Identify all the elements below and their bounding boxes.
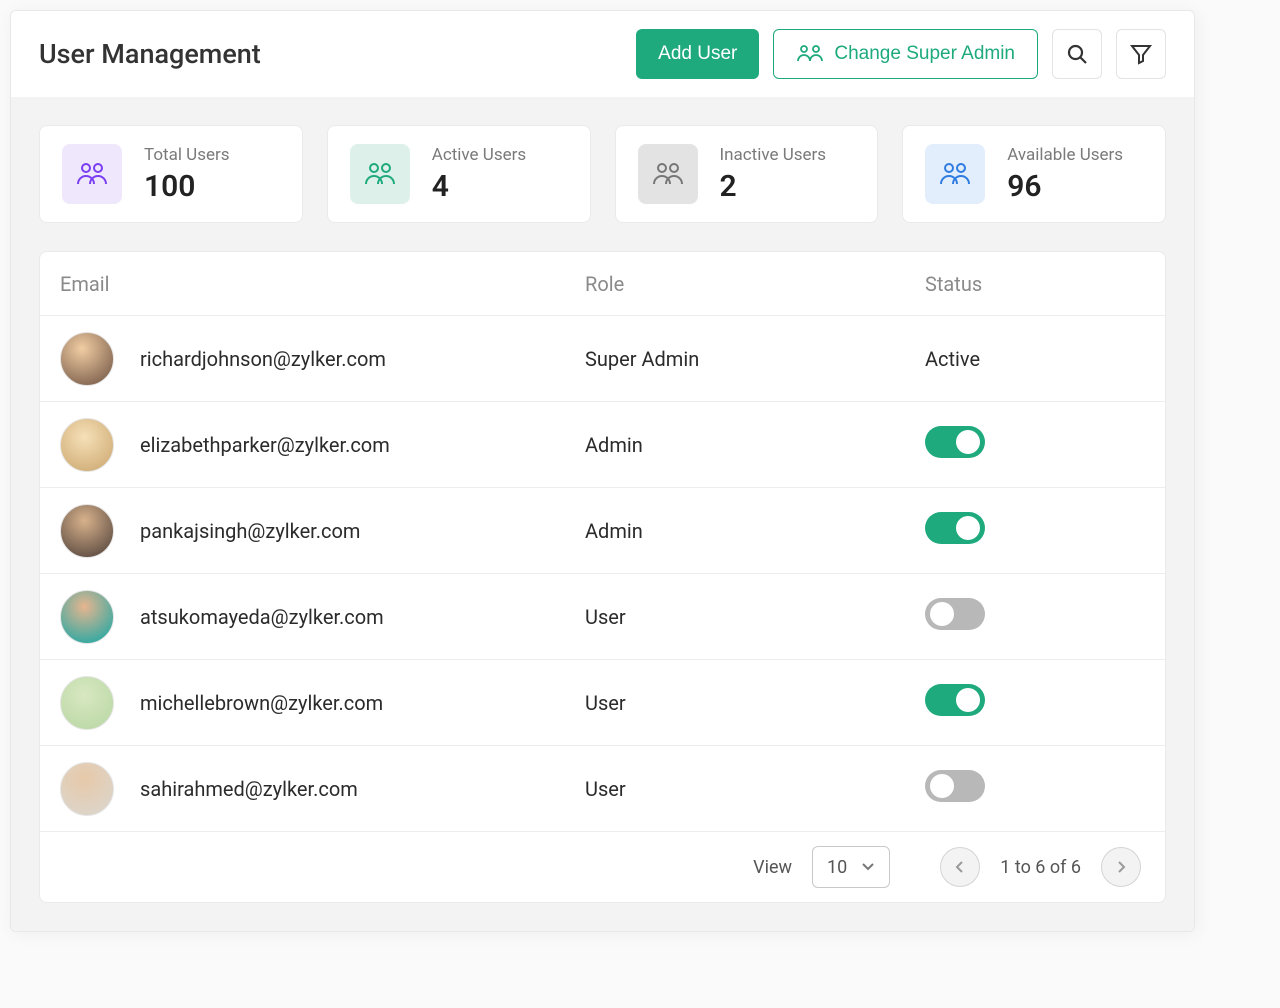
user-email: michellebrown@zylker.com: [140, 691, 383, 715]
table-row[interactable]: sahirahmed@zylker.com User: [40, 746, 1165, 832]
search-icon: [1065, 42, 1089, 66]
stat-label: Total Users: [144, 145, 230, 165]
filter-button[interactable]: [1116, 29, 1166, 79]
stat-inactive-users: Inactive Users 2: [615, 125, 879, 223]
avatar: [60, 590, 114, 644]
avatar: [60, 332, 114, 386]
stat-value: 4: [432, 169, 526, 204]
add-user-button[interactable]: Add User: [636, 29, 759, 79]
stat-value: 100: [144, 169, 230, 204]
stat-label: Active Users: [432, 145, 526, 165]
panel-body: Total Users 100 Active Users 4: [11, 97, 1194, 931]
users-icon: [62, 144, 122, 204]
user-management-panel: User Management Add User Change Super Ad…: [10, 10, 1195, 932]
status-toggle[interactable]: [925, 770, 985, 802]
stat-available-users: Available Users 96: [902, 125, 1166, 223]
next-page-button[interactable]: [1101, 847, 1141, 887]
avatar: [60, 676, 114, 730]
users-table: Email Role Status richardjohnson@zylker.…: [39, 251, 1166, 903]
table-row[interactable]: atsukomayeda@zylker.com User: [40, 574, 1165, 660]
table-header: Email Role Status: [40, 252, 1165, 316]
user-email: pankajsingh@zylker.com: [140, 519, 360, 543]
col-role: Role: [585, 272, 925, 296]
users-icon: [925, 144, 985, 204]
user-role: Admin: [585, 433, 925, 457]
users-icon: [638, 144, 698, 204]
user-email: richardjohnson@zylker.com: [140, 347, 386, 371]
status-toggle[interactable]: [925, 426, 985, 458]
stats-row: Total Users 100 Active Users 4: [39, 125, 1166, 223]
panel-header: User Management Add User Change Super Ad…: [11, 11, 1194, 97]
stat-value: 2: [720, 169, 827, 204]
stat-label: Inactive Users: [720, 145, 827, 165]
page-range-text: 1 to 6 of 6: [1000, 857, 1081, 878]
status-toggle[interactable]: [925, 684, 985, 716]
user-role: Super Admin: [585, 347, 925, 371]
add-user-label: Add User: [658, 43, 737, 65]
users-icon: [350, 144, 410, 204]
stat-active-users: Active Users 4: [327, 125, 591, 223]
stat-label: Available Users: [1007, 145, 1123, 165]
table-row[interactable]: pankajsingh@zylker.com Admin: [40, 488, 1165, 574]
user-role: User: [585, 777, 925, 801]
change-super-admin-label: Change Super Admin: [834, 43, 1015, 65]
funnel-icon: [1129, 42, 1153, 66]
avatar: [60, 504, 114, 558]
status-toggle[interactable]: [925, 598, 985, 630]
view-label: View: [753, 857, 792, 878]
admin-swap-icon: [796, 43, 824, 65]
avatar: [60, 418, 114, 472]
user-email: atsukomayeda@zylker.com: [140, 605, 384, 629]
chevron-left-icon: [955, 860, 965, 874]
table-row[interactable]: elizabethparker@zylker.com Admin: [40, 402, 1165, 488]
chevron-right-icon: [1116, 860, 1126, 874]
user-email: sahirahmed@zylker.com: [140, 777, 358, 801]
page-size-select[interactable]: 10: [812, 846, 890, 888]
user-email: elizabethparker@zylker.com: [140, 433, 390, 457]
search-button[interactable]: [1052, 29, 1102, 79]
table-footer: View 10 1 to 6 of 6: [40, 832, 1165, 902]
table-row[interactable]: michellebrown@zylker.com User: [40, 660, 1165, 746]
avatar: [60, 762, 114, 816]
prev-page-button[interactable]: [940, 847, 980, 887]
chevron-down-icon: [861, 862, 875, 872]
user-role: Admin: [585, 519, 925, 543]
status-toggle[interactable]: [925, 512, 985, 544]
user-role: User: [585, 691, 925, 715]
stat-total-users: Total Users 100: [39, 125, 303, 223]
stat-value: 96: [1007, 169, 1123, 204]
col-status: Status: [925, 272, 1145, 296]
page-title: User Management: [39, 38, 622, 70]
change-super-admin-button[interactable]: Change Super Admin: [773, 29, 1038, 79]
table-row[interactable]: richardjohnson@zylker.com Super Admin Ac…: [40, 316, 1165, 402]
user-status-text: Active: [925, 347, 1145, 371]
col-email: Email: [60, 272, 585, 296]
user-role: User: [585, 605, 925, 629]
page-size-value: 10: [827, 857, 847, 878]
